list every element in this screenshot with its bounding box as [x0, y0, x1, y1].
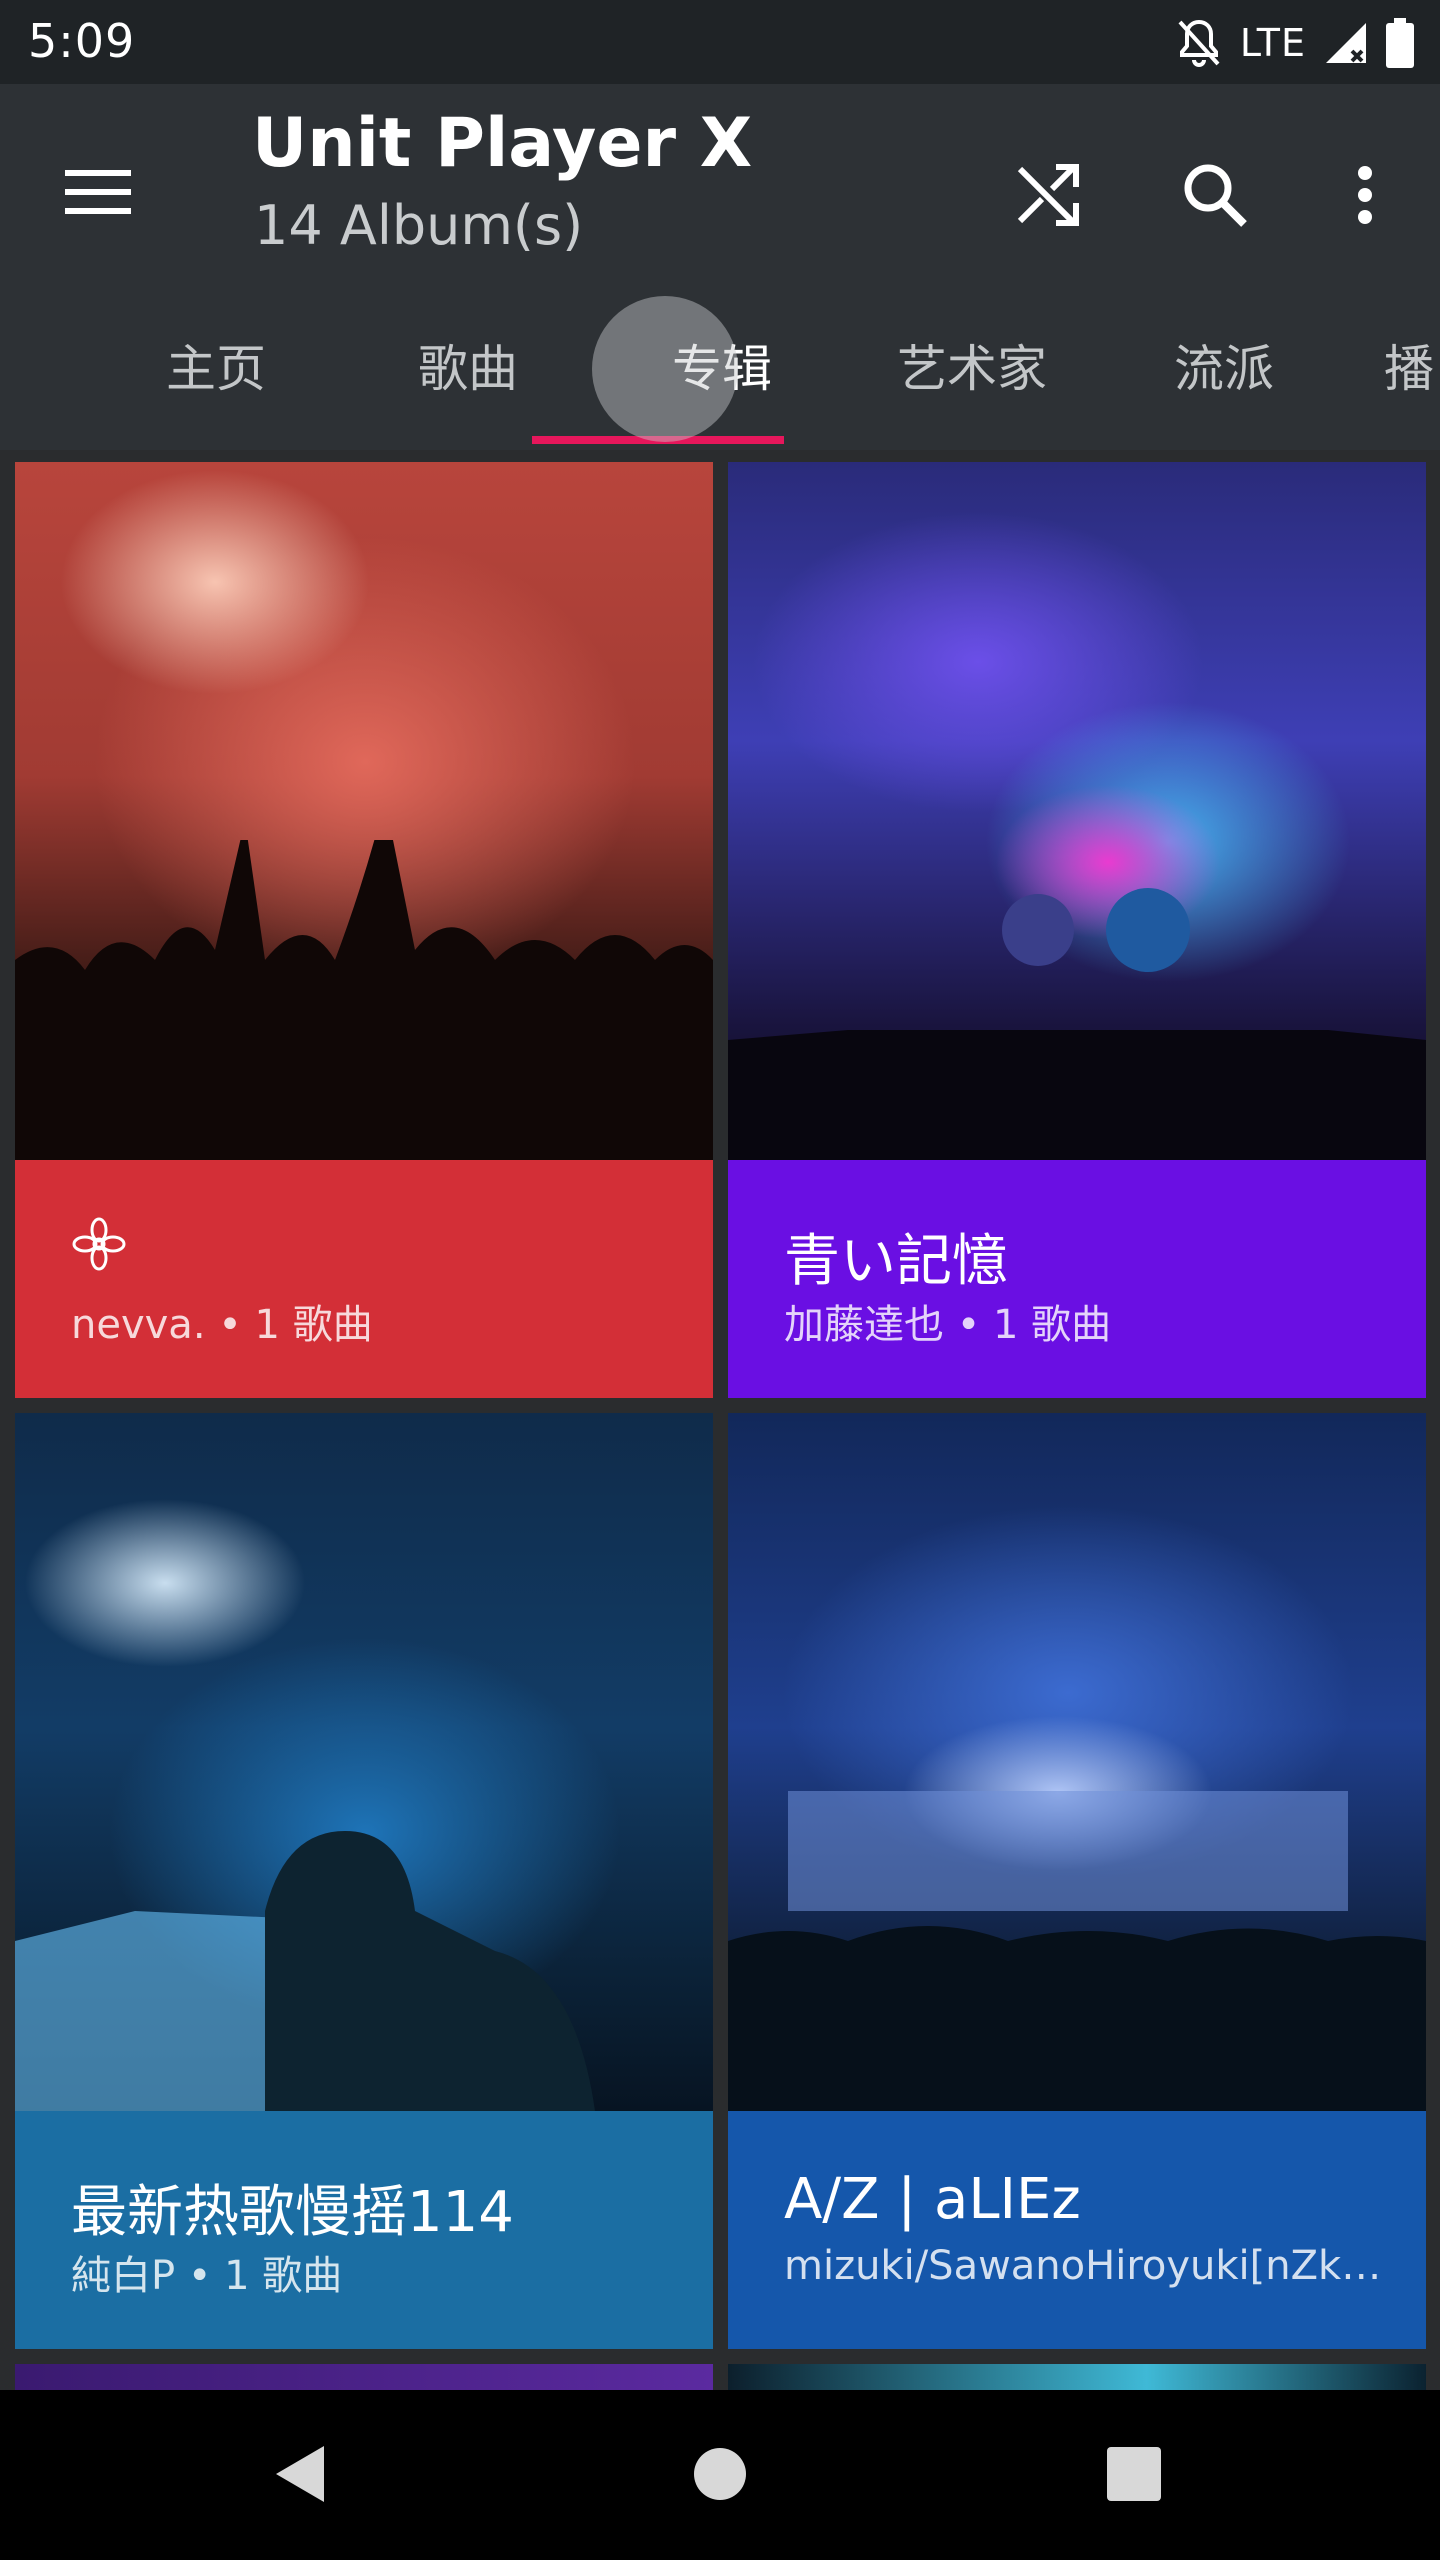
more-vert-icon: [1357, 165, 1373, 229]
home-button[interactable]: [672, 2428, 768, 2524]
album-card[interactable]: [15, 2364, 713, 2390]
navigation-bar: [0, 2390, 1440, 2560]
album-art-concert-red: [15, 462, 713, 1160]
album-card[interactable]: [728, 2364, 1426, 2390]
touch-ripple: [592, 296, 738, 442]
arena-silhouette: [728, 1791, 1426, 2111]
album-count: 14 Album(s): [254, 194, 584, 257]
signal-icon: [1324, 21, 1368, 65]
album-info: 最新热歌慢摇114 純白P • 1 歌曲: [15, 2111, 713, 2349]
album-flower-icon: [71, 1216, 127, 1286]
menu-button[interactable]: [50, 146, 146, 242]
album-title: 青い記憶: [784, 1229, 1008, 1294]
album-info: nevva. • 1 歌曲: [15, 1160, 713, 1398]
tab-artists[interactable]: 艺术家: [862, 280, 1082, 450]
crowd-silhouette: [15, 840, 713, 1160]
notifications-off-icon: [1176, 18, 1222, 68]
album-card[interactable]: nevva. • 1 歌曲: [15, 462, 713, 1398]
album-title: 最新热歌慢摇114: [71, 2180, 514, 2245]
album-art-concert-stage: [728, 462, 1426, 1160]
more-options-button[interactable]: [1310, 142, 1420, 252]
album-art-arena: [728, 1413, 1426, 2111]
album-info: A/Z | aLIEz mizuki/SawanoHiroyuki[nZk]..…: [728, 2111, 1426, 2349]
stage-silhouette: [728, 888, 1426, 1160]
back-icon: [272, 2444, 328, 2508]
dj-silhouette: [15, 1831, 595, 2111]
search-icon: [1182, 162, 1248, 232]
album-meta: nevva. • 1 歌曲: [71, 1302, 373, 1348]
app-title: Unit Player X: [252, 104, 753, 183]
home-icon: [692, 2446, 748, 2506]
menu-icon: [65, 167, 131, 221]
network-type: LTE: [1239, 21, 1306, 65]
album-meta: mizuki/SawanoHiroyuki[nZk]...: [784, 2243, 1394, 2289]
tab-genres[interactable]: 流派: [1114, 280, 1334, 450]
album-card[interactable]: 青い記憶 加藤達也 • 1 歌曲: [728, 462, 1426, 1398]
shuffle-button[interactable]: [993, 142, 1103, 252]
status-icons: LTE: [1176, 16, 1414, 70]
status-bar: 5:09 LTE: [0, 0, 1440, 84]
album-info: 青い記憶 加藤達也 • 1 歌曲: [728, 1160, 1426, 1398]
screen: 5:09 LTE Unit Player X 14 Album(s) 主页 歌曲…: [0, 0, 1440, 2560]
shuffle-icon: [1016, 163, 1080, 231]
album-art-partial: [728, 2364, 1426, 2390]
tab-home[interactable]: 主页: [106, 280, 326, 450]
album-grid: nevva. • 1 歌曲 青い記憶 加藤達也 • 1 歌曲 最新热歌慢摇114…: [0, 450, 1440, 2390]
album-card[interactable]: A/Z | aLIEz mizuki/SawanoHiroyuki[nZk]..…: [728, 1413, 1426, 2349]
album-art-dj-booth: [15, 1413, 713, 2111]
tab-songs[interactable]: 歌曲: [358, 280, 578, 450]
back-button[interactable]: [252, 2428, 348, 2524]
album-art-partial: [15, 2364, 713, 2390]
album-meta: 純白P • 1 歌曲: [71, 2253, 343, 2299]
battery-icon: [1386, 18, 1414, 68]
recents-button[interactable]: [1086, 2428, 1182, 2524]
album-meta: 加藤達也 • 1 歌曲: [784, 1302, 1112, 1348]
album-title: A/Z | aLIEz: [784, 2167, 1081, 2232]
status-time: 5:09: [28, 14, 136, 68]
recents-icon: [1107, 2447, 1161, 2505]
search-button[interactable]: [1160, 142, 1270, 252]
tab-playlists[interactable]: 播: [1384, 280, 1440, 450]
album-card[interactable]: 最新热歌慢摇114 純白P • 1 歌曲: [15, 1413, 713, 2349]
